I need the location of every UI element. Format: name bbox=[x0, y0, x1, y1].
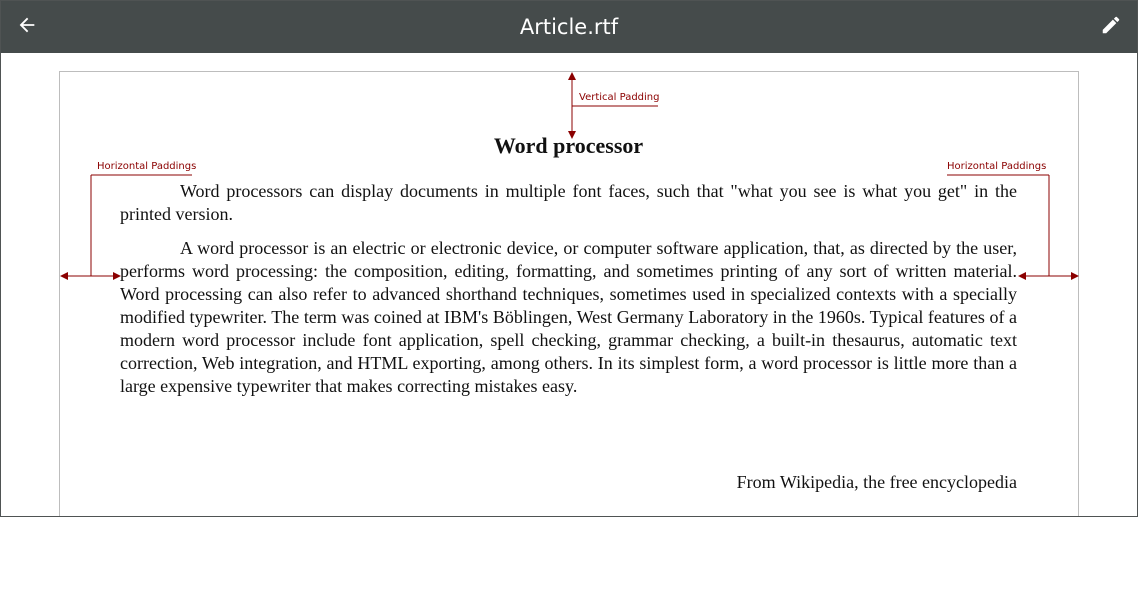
document-heading: Word processor bbox=[493, 133, 644, 158]
document-title: Article.rtf bbox=[519, 15, 619, 39]
pencil-icon bbox=[1100, 14, 1122, 41]
paragraph-1: Word processors can display documents in… bbox=[120, 181, 1017, 224]
source-attribution: From Wikipedia, the free encyclopedia bbox=[736, 472, 1017, 492]
back-arrow-icon bbox=[16, 14, 38, 41]
document-page[interactable]: Word processor Word processors can displ… bbox=[59, 71, 1079, 516]
app-window: Article.rtf Word processor Word processo… bbox=[0, 0, 1138, 517]
edit-button[interactable] bbox=[1095, 11, 1127, 43]
title-bar: Article.rtf bbox=[1, 1, 1137, 53]
document-body: Word processor Word processors can displ… bbox=[120, 134, 1017, 409]
back-button[interactable] bbox=[11, 11, 43, 43]
paragraph-2: A word processor is an electric or elect… bbox=[120, 238, 1017, 396]
